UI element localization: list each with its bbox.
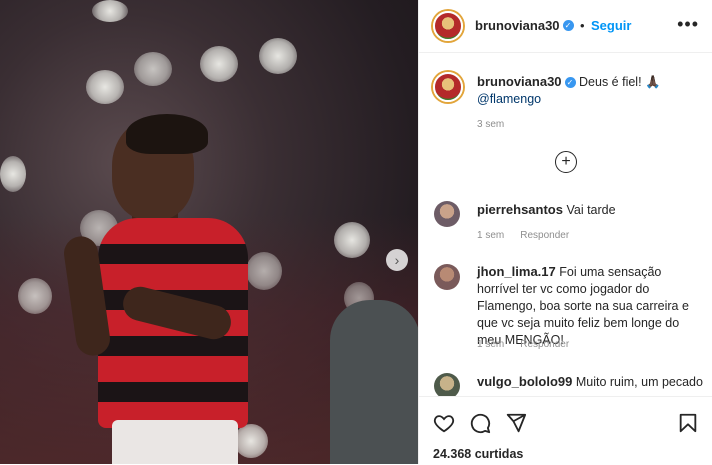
reply-button[interactable]: Responder (520, 339, 569, 350)
verified-icon: ✓ (564, 77, 576, 89)
post-header: brunoviana30 ✓ • Seguir ••• (419, 0, 712, 53)
comment-item: jhon_lima.17 Foi uma sensação horrível t… (477, 263, 703, 349)
likes-label: curtidas (474, 447, 524, 461)
comment-text: Muito ruim, um pecado (575, 375, 703, 389)
author-username[interactable]: brunoviana30 (475, 18, 560, 33)
likes-count[interactable]: 24.368 curtidas (433, 447, 523, 461)
bokeh-light (259, 38, 297, 74)
avatar[interactable] (434, 201, 460, 227)
avatar[interactable] (434, 373, 460, 396)
player-shorts (112, 420, 238, 464)
comment-username[interactable]: jhon_lima.17 (477, 264, 556, 279)
comment-time: 1 sem (477, 339, 505, 350)
comment-username[interactable]: vulgo_bololo99 (477, 374, 572, 389)
avatar[interactable] (433, 11, 463, 41)
avatar[interactable] (433, 72, 463, 102)
share-icon[interactable] (505, 412, 527, 434)
avatar[interactable] (434, 264, 460, 290)
post-side-panel: brunoviana30 ✓ • Seguir ••• brunoviana30 ✓… (418, 0, 712, 464)
comments-list[interactable]: brunoviana30 ✓ Deus é fiel! 🙏🏿 @flamengo … (419, 52, 712, 396)
header-user-line: brunoviana30 ✓ • Seguir (475, 17, 631, 35)
bokeh-light (92, 0, 128, 22)
bokeh-light (86, 70, 124, 104)
likes-number: 24.368 (433, 447, 472, 461)
caption-mention[interactable]: @flamengo (477, 92, 541, 106)
player-hair (126, 114, 208, 154)
background-player (330, 300, 418, 464)
bookmark-icon[interactable] (677, 412, 699, 434)
plus-circle-icon[interactable]: + (555, 151, 577, 173)
reply-button[interactable]: Responder (520, 230, 569, 241)
comment-meta: 1 sem Responder (477, 339, 569, 350)
action-bar: 24.368 curtidas (419, 396, 712, 465)
comment-time: 1 sem (477, 230, 505, 241)
bokeh-light (134, 52, 172, 86)
bokeh-light (246, 252, 282, 290)
caption-text: Deus é fiel! 🙏🏿 (579, 75, 661, 89)
bokeh-light (234, 424, 268, 458)
more-icon[interactable]: ••• (677, 14, 699, 35)
bokeh-light (334, 222, 370, 258)
next-arrow-icon[interactable]: › (386, 249, 408, 271)
comment-text: Vai tarde (566, 203, 616, 217)
comment-username[interactable]: pierrehsantos (477, 202, 563, 217)
caption: brunoviana30 ✓ Deus é fiel! 🙏🏿 @flamengo (477, 73, 701, 108)
follow-button[interactable]: Seguir (591, 18, 631, 33)
bokeh-light (0, 156, 26, 192)
comment-item: pierrehsantos Vai tarde (477, 201, 703, 219)
comment-item: vulgo_bololo99 Muito ruim, um pecado (477, 373, 703, 391)
post-photo[interactable]: › (0, 0, 418, 464)
caption-time: 3 sem (477, 119, 505, 130)
bokeh-light (200, 46, 238, 82)
comment-meta: 1 sem Responder (477, 230, 569, 241)
verified-icon: ✓ (562, 20, 574, 32)
caption-username[interactable]: brunoviana30 (477, 74, 562, 89)
heart-icon[interactable] (433, 412, 455, 434)
comment-icon[interactable] (469, 412, 491, 434)
bokeh-light (18, 278, 52, 314)
separator-dot: • (579, 18, 585, 33)
